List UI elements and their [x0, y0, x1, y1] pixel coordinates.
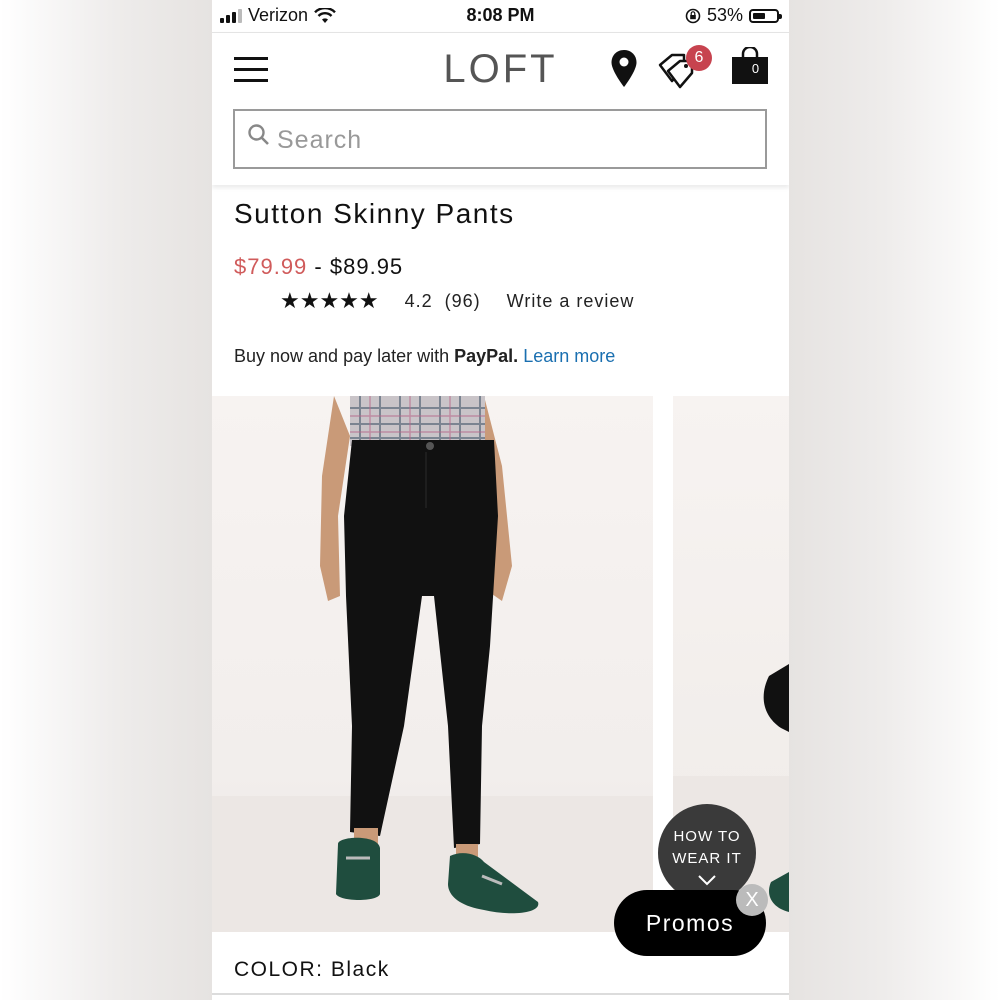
color-value: Black: [330, 958, 390, 981]
map-pin-icon[interactable]: [610, 49, 638, 89]
promos-close-icon[interactable]: X: [736, 884, 768, 916]
phone-screen: Verizon 8:08 PM 53% LOFT 6 0 Search Sutt…: [212, 0, 789, 1000]
price-separator: -: [314, 254, 323, 279]
left-backdrop: [0, 0, 212, 1000]
color-selector-label: COLOR: Black: [234, 958, 390, 982]
rating-value: 4.2: [404, 290, 433, 311]
battery-percent: 53%: [706, 5, 743, 25]
review-count[interactable]: (96): [445, 291, 481, 312]
status-bar: Verizon 8:08 PM 53%: [212, 0, 789, 32]
product-title: Sutton Skinny Pants: [234, 198, 515, 229]
divider: [212, 993, 789, 995]
how-to-wear-line1: HOW TO: [673, 828, 741, 845]
offers-badge: 6: [686, 45, 712, 71]
how-to-wear-line2: WEAR IT: [672, 850, 742, 867]
chevron-down-icon: [698, 875, 716, 886]
search-input[interactable]: [275, 119, 759, 161]
color-label: COLOR:: [234, 958, 324, 981]
bag-count: 0: [751, 61, 761, 76]
site-header: LOFT 6 0: [212, 32, 789, 185]
shopping-bag-icon[interactable]: 0: [731, 45, 769, 85]
regular-price: $89.95: [329, 254, 404, 279]
paypal-text: Buy now and pay later with: [234, 346, 450, 366]
rating-stars-icon[interactable]: ★★★★★: [280, 288, 379, 314]
rating-row: ★★★★★ 4.2 (96) Write a review: [280, 288, 634, 314]
sale-price: $79.99: [234, 254, 308, 279]
paypal-learn-more-link[interactable]: Learn more: [523, 346, 615, 366]
product-price: $79.99 - $89.95: [234, 254, 403, 280]
model-wearing-pants-image: [212, 396, 653, 932]
write-review-link[interactable]: Write a review: [507, 291, 635, 312]
paypal-brand: PayPal.: [454, 346, 519, 366]
paypal-message: Buy now and pay later with PayPal. Learn…: [234, 346, 615, 367]
search-bar[interactable]: [233, 109, 767, 169]
right-backdrop: [788, 0, 1000, 1000]
orientation-lock-icon: [685, 8, 701, 23]
battery-icon: [749, 8, 782, 23]
product-photo-main[interactable]: [212, 396, 653, 932]
search-icon: [248, 124, 269, 145]
